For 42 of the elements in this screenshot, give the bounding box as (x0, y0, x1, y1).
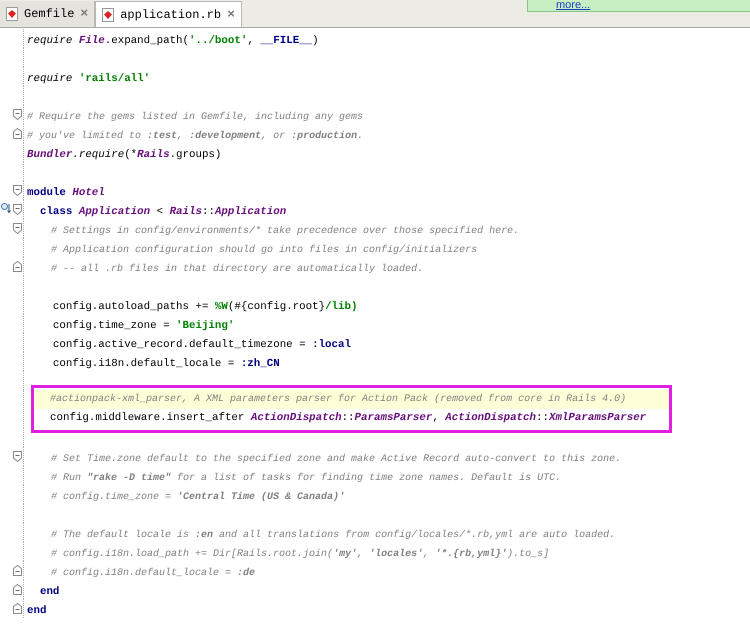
code-line: # The default locale is :en and all translations from config/locales/*.rb,yml are auto loaded. (50, 528, 616, 540)
code-line: config.autoload_paths += %W(#{config.root}/lib) (52, 300, 358, 312)
fold-icon[interactable] (13, 204, 22, 215)
code-line: # Run "rake -D time" for a list of tasks for finding time zone names. Default is UTC. (50, 472, 562, 484)
code-line: # Require the gems listed in Gemfile, including any gems (27, 110, 364, 122)
editor-tab[interactable]: application.rb × (95, 1, 242, 27)
fold-icon[interactable] (13, 109, 22, 120)
close-icon[interactable]: × (80, 4, 88, 24)
code-line: config.middleware.insert_after ActionDispatch::ParamsParser, ActionDispatch::XmlParamsParser (50, 411, 646, 426)
code-line: # config.i18n.load_path += Dir[Rails.root.join('my', 'locales', '*.{rb,yml}').to_s] (50, 548, 550, 560)
code-line: end (27, 604, 46, 616)
override-icon[interactable] (1, 203, 11, 213)
code-line: config.time_zone = 'Beijing' (52, 320, 234, 332)
code-line: require 'rails/all' (27, 72, 150, 84)
code-line: # config.i18n.default_locale = :de (50, 566, 256, 578)
fold-icon[interactable] (13, 451, 22, 462)
close-icon[interactable]: × (227, 4, 235, 24)
code-line: # Settings in config/environments/* take precedence over those specified here. (50, 224, 520, 236)
code-line: # Application configuration should go into files in config/initializers (50, 244, 478, 256)
code-line: Bundler.require(*Rails.groups) (27, 148, 222, 160)
fold-icon[interactable] (13, 603, 22, 614)
editor-tab[interactable]: Gemfile × (0, 1, 96, 27)
code-line: class Application < Rails::Application (38, 206, 286, 218)
more-link[interactable]: more... (556, 0, 590, 11)
code-line: #actionpack-xml_parser, A XML parameters parser for Action Pack (removed from core in Rails 4.0) (50, 392, 626, 407)
code-line: # -- all .rb files in that directory are automatically loaded. (50, 262, 424, 274)
code-line: # config.time_zone = 'Central Time (US & Canada)' (50, 490, 346, 502)
fold-icon[interactable] (13, 584, 22, 595)
code-line: module Hotel (27, 186, 105, 198)
ruby-file-icon (6, 7, 18, 21)
ruby-file-icon (102, 8, 114, 22)
fold-icon[interactable] (13, 185, 22, 196)
code-line: config.active_record.default_timezone = :local (52, 338, 351, 350)
code-line: # Set Time.zone default to the specified zone and make Active Record auto-convert to this zone. (50, 452, 622, 464)
fold-icon[interactable] (13, 128, 22, 139)
code-line: config.i18n.default_locale = :zh_CN (52, 358, 280, 370)
code-line: require File.expand_path('../boot', __FILE__) (27, 34, 319, 46)
code-line: # you've limited to :test, :development, or :production. (27, 130, 364, 142)
fold-icon[interactable] (13, 565, 22, 576)
code-line: end (38, 586, 60, 598)
fold-icon[interactable] (13, 223, 22, 234)
fold-icon[interactable] (13, 261, 22, 272)
